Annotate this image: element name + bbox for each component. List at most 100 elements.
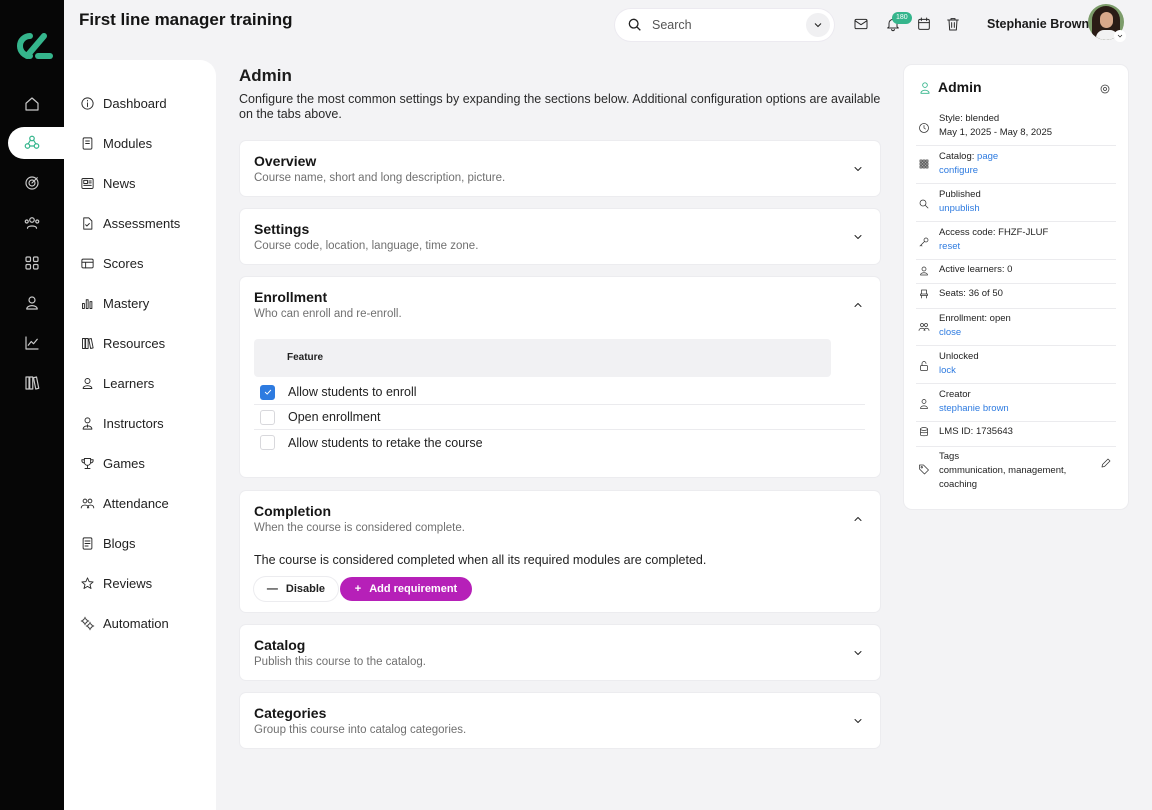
sidebar-item-scores[interactable]: Scores	[80, 252, 143, 274]
tag-icon	[918, 462, 930, 480]
lock-link[interactable]: lock	[939, 364, 1104, 378]
feature-row: Allow students to retake the course	[254, 430, 865, 455]
calendar-icon[interactable]	[916, 16, 934, 34]
add-requirement-button[interactable]: + Add requirement	[340, 577, 472, 601]
panel-row-published: Published unpublish	[916, 188, 1116, 222]
sidebar-item-news[interactable]: News	[80, 172, 136, 194]
sidebar-item-games[interactable]: Games	[80, 452, 145, 474]
chart-icon[interactable]	[20, 331, 44, 355]
gears-icon	[80, 616, 95, 630]
library-icon[interactable]	[20, 371, 44, 395]
open-enrollment-checkbox[interactable]	[260, 409, 275, 425]
catalog-info: Catalog: page configure	[939, 150, 1104, 178]
chevron-down-icon	[854, 719, 862, 723]
catalog-configure-link[interactable]: configure	[939, 164, 1104, 178]
expand-toggle[interactable]	[852, 714, 866, 728]
section-overview[interactable]: Overview Course name, short and long des…	[240, 141, 880, 196]
group-icon	[918, 320, 930, 338]
unlock-icon	[918, 359, 930, 377]
gear-icon[interactable]	[1099, 82, 1111, 100]
section-title: Catalog	[254, 637, 306, 653]
sidebar-item-automation[interactable]: Automation	[80, 612, 169, 634]
list-doc-icon	[82, 536, 93, 550]
allow-retake-checkbox[interactable]	[260, 435, 275, 450]
section-title: Settings	[254, 221, 310, 237]
search-icon	[628, 18, 641, 31]
info-icon	[81, 96, 94, 110]
panel-row-seats: Seats: 36 of 50	[916, 287, 1116, 309]
creator-link[interactable]: stephanie brown	[939, 402, 1104, 416]
sidebar-item-attendance[interactable]: Attendance	[80, 492, 169, 514]
section-subtitle: Course name, short and long description,…	[254, 172, 506, 184]
lms-id: LMS ID: 1735643	[939, 426, 1013, 437]
trash-icon[interactable]	[945, 16, 963, 34]
panel-row-lms-id: LMS ID: 1735643	[916, 425, 1116, 447]
reset-link[interactable]: reset	[939, 240, 1104, 254]
expand-toggle[interactable]	[852, 230, 866, 244]
search-input[interactable]	[652, 18, 792, 32]
chevron-down-icon	[1117, 34, 1123, 38]
user-name[interactable]: Stephanie Brown	[987, 17, 1089, 31]
people-icon[interactable]	[20, 211, 44, 235]
sidebar-item-dashboard[interactable]: Dashboard	[80, 92, 167, 114]
feature-label: Allow students to retake the course	[288, 435, 483, 450]
section-settings[interactable]: Settings Course code, location, language…	[240, 209, 880, 264]
sidebar-item-label: Dashboard	[103, 95, 167, 111]
feature-table-header: Feature	[254, 339, 831, 377]
table-icon	[81, 258, 94, 268]
collapse-toggle[interactable]	[852, 298, 866, 312]
course-sidebar: Dashboard Modules News Assessments Score…	[64, 60, 216, 810]
course-network-icon[interactable]	[20, 131, 44, 155]
person-icon[interactable]	[20, 291, 44, 315]
creator-icon	[918, 397, 930, 415]
expand-toggle[interactable]	[852, 162, 866, 176]
search-bar[interactable]	[615, 9, 834, 41]
section-categories[interactable]: Categories Group this course into catalo…	[240, 693, 880, 748]
expand-toggle[interactable]	[852, 646, 866, 660]
sidebar-item-reviews[interactable]: Reviews	[80, 572, 152, 594]
sidebar-item-mastery[interactable]: Mastery	[80, 292, 149, 314]
completion-rule-text: The course is considered completed when …	[254, 553, 707, 567]
section-subtitle: When the course is considered complete.	[254, 522, 465, 534]
clock-icon	[918, 121, 930, 139]
sidebar-item-modules[interactable]: Modules	[80, 132, 152, 154]
sidebar-item-blogs[interactable]: Blogs	[80, 532, 136, 554]
allow-enroll-checkbox[interactable]	[260, 384, 275, 400]
unpublish-link[interactable]: unpublish	[939, 202, 1104, 216]
sidebar-item-label: Modules	[103, 135, 153, 151]
catalog-page-link[interactable]: page	[977, 151, 998, 162]
admin-heading: Admin	[239, 66, 292, 85]
brand-logo[interactable]	[10, 30, 54, 62]
sidebar-item-assessments[interactable]: Assessments	[80, 212, 180, 234]
target-icon[interactable]	[20, 171, 44, 195]
button-label: Disable	[285, 583, 326, 595]
published-label: Published	[939, 189, 981, 200]
close-enrollment-link[interactable]: close	[939, 326, 1104, 340]
newspaper-icon	[81, 177, 94, 189]
library-icon	[82, 337, 94, 349]
tags-info: Tags communication, management, coaching	[939, 450, 1104, 492]
feature-label: Open enrollment	[288, 410, 381, 424]
grid-icon[interactable]	[20, 251, 44, 275]
home-icon[interactable]	[20, 92, 44, 116]
star-icon	[81, 576, 94, 589]
collapse-toggle[interactable]	[852, 512, 866, 526]
database-icon	[918, 425, 930, 443]
user-menu-chevron[interactable]	[1114, 30, 1126, 42]
sidebar-item-instructors[interactable]: Instructors	[80, 412, 164, 434]
access-code-label: Access code: FHZF-JLUF	[939, 227, 1049, 238]
search-scope-dropdown[interactable]	[806, 13, 830, 37]
button-label: Add requirement	[369, 583, 458, 595]
disable-button[interactable]: — Disable	[254, 577, 338, 601]
mail-icon[interactable]	[853, 16, 871, 34]
panel-row-tags: Tags communication, management, coaching	[916, 450, 1116, 498]
section-catalog[interactable]: Catalog Publish this course to the catal…	[240, 625, 880, 680]
section-subtitle: Who can enroll and re-enroll.	[254, 308, 402, 320]
edit-tags-icon[interactable]	[1100, 456, 1112, 474]
sidebar-item-learners[interactable]: Learners	[80, 372, 154, 394]
enrollment-info: Enrollment: open close	[939, 312, 1104, 340]
bar-chart-icon	[82, 298, 93, 309]
sidebar-item-resources[interactable]: Resources	[80, 332, 165, 354]
creator-label: Creator	[939, 389, 971, 400]
grid-dots-icon	[918, 157, 930, 175]
